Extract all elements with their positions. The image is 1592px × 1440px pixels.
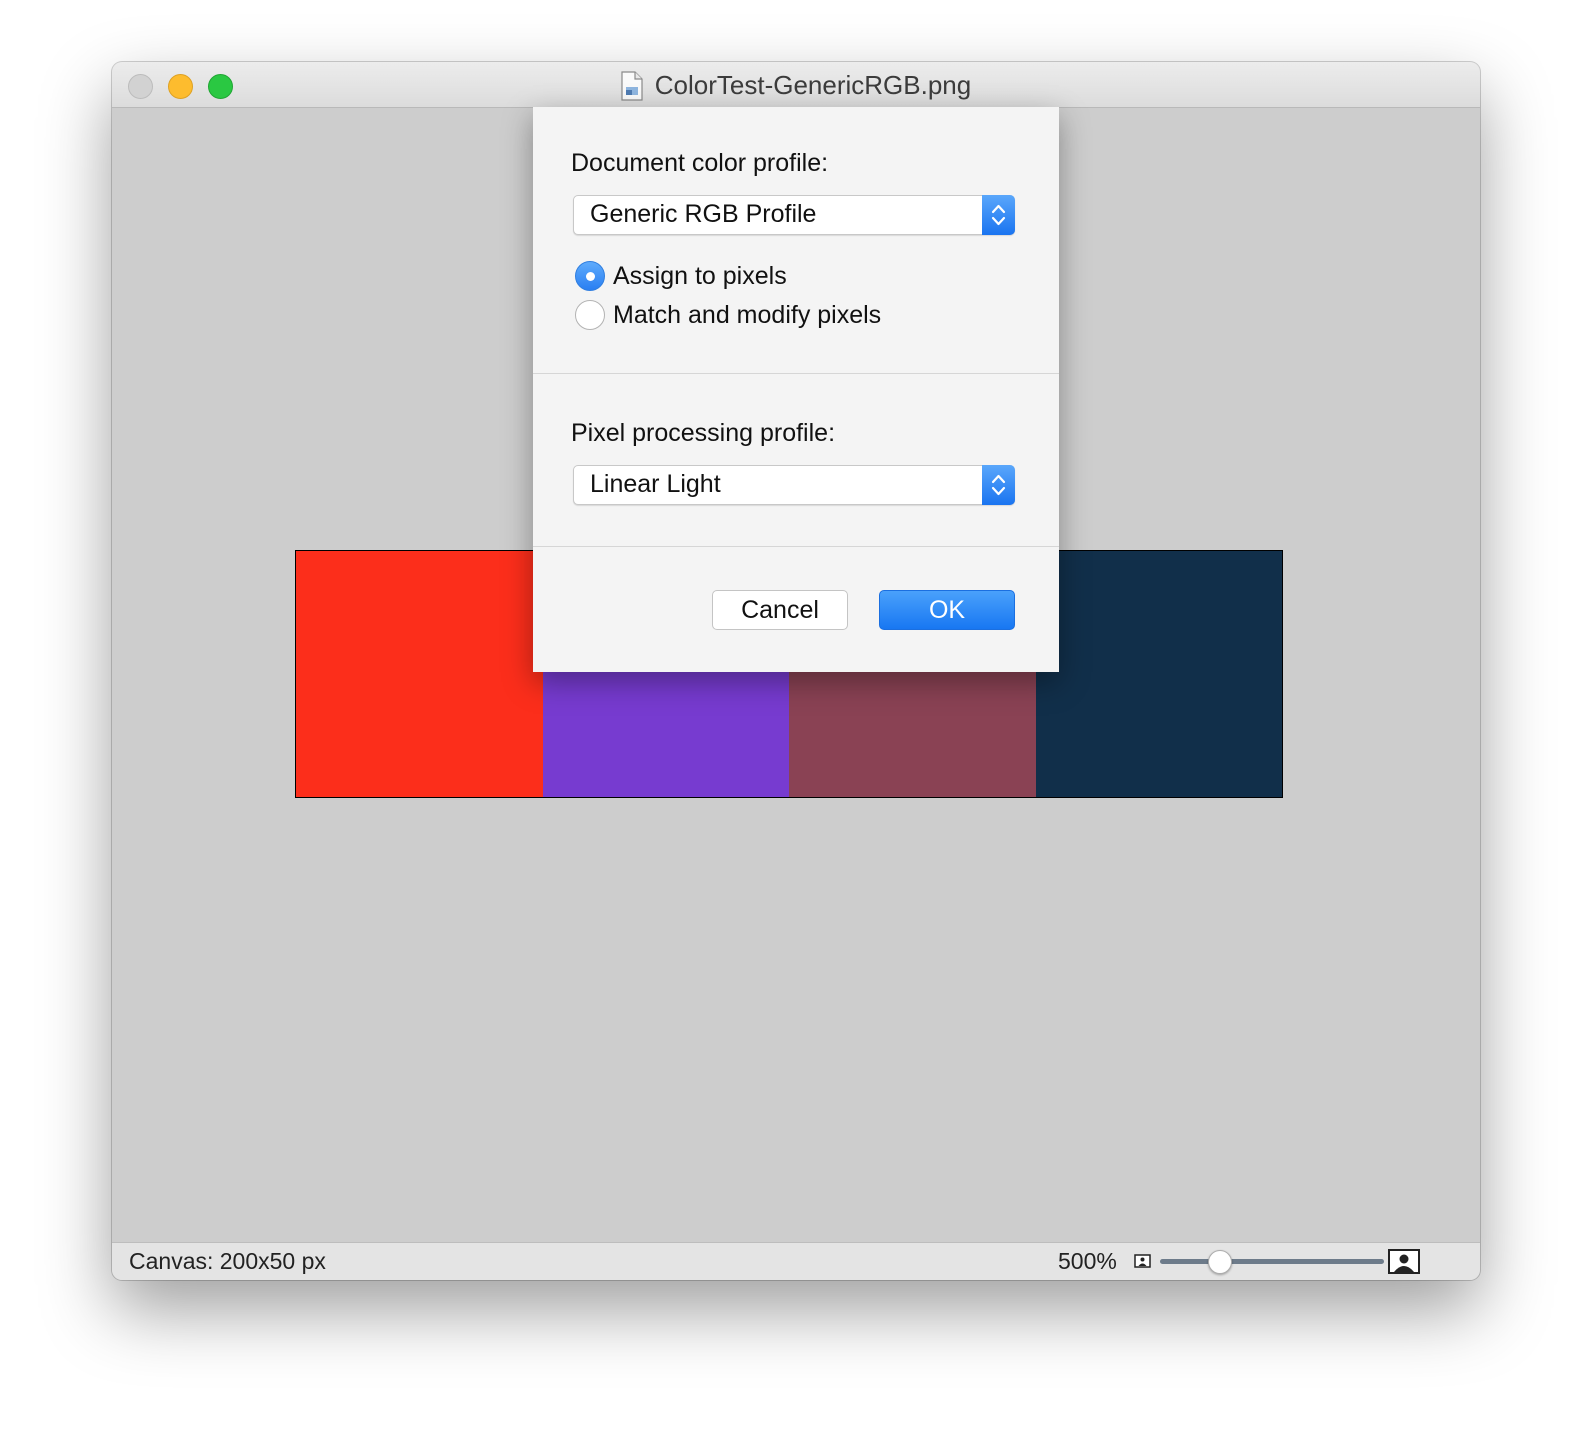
document-color-profile-label: Document color profile: [571, 149, 829, 177]
radio-assign-to-pixels[interactable]: Assign to pixels [575, 261, 787, 291]
pixel-processing-profile-value: Linear Light [590, 470, 721, 498]
window-title-group: ColorTest-GenericRGB.png [112, 70, 1480, 101]
radio-unselected-icon[interactable] [575, 300, 605, 330]
color-profile-sheet: Document color profile: Generic RGB Prof… [533, 107, 1059, 672]
canvas-size-label: Canvas: 200x50 px [129, 1248, 326, 1274]
zoom-in-icon[interactable] [1388, 1249, 1420, 1274]
document-color-profile-value: Generic RGB Profile [590, 200, 817, 228]
zoom-slider-track[interactable] [1160, 1259, 1384, 1264]
preview-window: ColorTest-GenericRGB.png Document color … [112, 62, 1480, 1280]
zoom-level-label: 500% [1058, 1248, 1117, 1274]
status-bar: Canvas: 200x50 px 500% [112, 1242, 1480, 1280]
document-color-profile-popup[interactable]: Generic RGB Profile [573, 195, 1015, 235]
radio-assign-label: Assign to pixels [613, 261, 787, 290]
radio-selected-icon[interactable] [575, 261, 605, 291]
ok-button[interactable]: OK [879, 590, 1015, 630]
popup-arrows-icon [982, 195, 1015, 235]
radio-match-and-modify[interactable]: Match and modify pixels [575, 300, 881, 330]
title-bar: ColorTest-GenericRGB.png [112, 62, 1480, 108]
window-title: ColorTest-GenericRGB.png [654, 70, 972, 100]
radio-match-label: Match and modify pixels [613, 300, 882, 329]
popup-arrows-icon [982, 465, 1015, 505]
pixel-processing-profile-popup[interactable]: Linear Light [573, 465, 1015, 505]
zoom-out-icon[interactable] [1134, 1254, 1151, 1268]
color-swatch [1035, 551, 1282, 797]
section-divider [533, 546, 1059, 547]
zoom-slider-knob[interactable] [1208, 1250, 1233, 1274]
section-divider [533, 373, 1059, 374]
color-swatch [296, 551, 543, 797]
cancel-button[interactable]: Cancel [712, 590, 848, 630]
pixel-processing-profile-label: Pixel processing profile: [571, 419, 836, 447]
document-icon[interactable] [621, 70, 643, 101]
